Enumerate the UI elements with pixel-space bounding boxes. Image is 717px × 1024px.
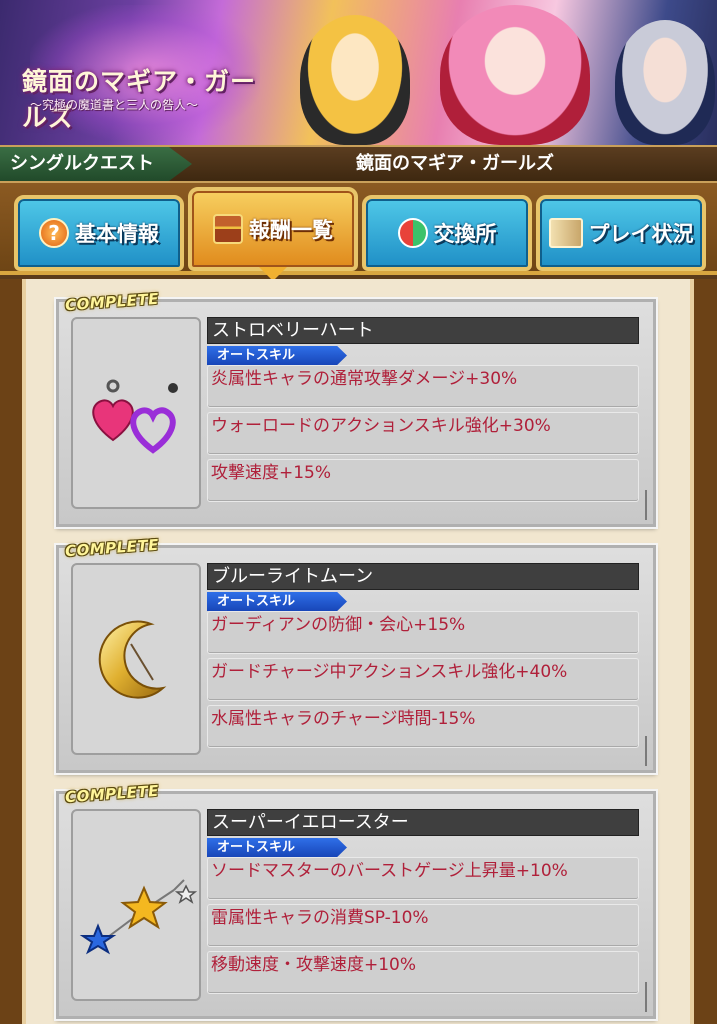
tab-play-status[interactable]: プレイ状況 [536, 195, 706, 271]
skill-effect: ガードチャージ中アクションスキル強化+40% [207, 658, 639, 701]
item-name: ブルーライトムーン [207, 563, 639, 590]
card-edge-notch [645, 982, 651, 1012]
tab-bar: ? 基本情報 報酬一覧 交換所 プレイ状況 [0, 183, 717, 281]
item-name: ストロベリーハート [207, 317, 639, 344]
tab-exchange[interactable]: 交換所 [362, 195, 532, 271]
auto-skill-tag: オートスキル [207, 592, 347, 611]
card-edge-notch [645, 490, 651, 520]
tab-label: プレイ状況 [588, 222, 694, 246]
tab-label: 報酬一覧 [249, 218, 333, 242]
question-icon: ? [39, 218, 69, 248]
skill-effect: ガーディアンの防御・会心+15% [207, 611, 639, 654]
skill-effect: ウォーロードのアクションスキル強化+30% [207, 412, 639, 455]
banner-character-blonde [300, 15, 410, 145]
auto-skill-tag: オートスキル [207, 838, 347, 857]
scroll-icon [548, 218, 583, 248]
complete-badge: COMPLETE [64, 535, 160, 561]
skill-effect: 水属性キャラのチャージ時間-15% [207, 705, 639, 748]
reward-card[interactable]: COMPLETE ストロベリーハート オートスキル 炎属性キャラの通常攻撃ダメー… [56, 290, 656, 527]
complete-badge: COMPLETE [64, 289, 160, 315]
event-banner: 鏡面のマギア・ガールズ 〜究極の魔道書と三人の咎人〜 [0, 0, 717, 145]
reward-card[interactable]: COMPLETE スーパーイエロースター オートスキル ソードマスターのバースト… [56, 782, 656, 1019]
complete-badge: COMPLETE [64, 781, 160, 807]
tab-basic-info[interactable]: ? 基本情報 [14, 195, 184, 271]
item-icon-frame [71, 563, 201, 755]
item-name: スーパーイエロースター [207, 809, 639, 836]
quest-header: シングルクエスト 鏡面のマギア・ガールズ [0, 145, 717, 183]
skill-effect: ソードマスターのバーストゲージ上昇量+10% [207, 857, 639, 900]
quest-name: 鏡面のマギア・ガールズ [356, 153, 554, 174]
item-icon-frame [71, 317, 201, 509]
star-charm-icon [79, 879, 198, 955]
auto-skill-tag: オートスキル [207, 346, 347, 365]
crescent-moon-icon [98, 620, 167, 699]
tab-rewards[interactable]: 報酬一覧 [188, 187, 358, 281]
skill-effect: 雷属性キャラの消費SP-10% [207, 904, 639, 947]
tab-label: 基本情報 [75, 222, 159, 246]
card-edge-notch [645, 736, 651, 766]
skill-effect: 炎属性キャラの通常攻撃ダメージ+30% [207, 365, 639, 408]
treasure-chest-icon [213, 214, 243, 244]
heart-earrings-icon [92, 379, 178, 454]
banner-character-silver [615, 20, 715, 145]
reward-list[interactable]: COMPLETE ストロベリーハート オートスキル 炎属性キャラの通常攻撃ダメー… [0, 279, 717, 1024]
banner-subtitle: 〜究極の魔道書と三人の咎人〜 [30, 98, 199, 112]
item-icon-frame [71, 809, 201, 1001]
quest-type-label: シングルクエスト [0, 147, 192, 181]
skill-effect: 攻撃速度+15% [207, 459, 639, 502]
reward-card[interactable]: COMPLETE ブルーライトムーン オートスキル ガーディアンの防御・会心+1… [56, 536, 656, 773]
tab-label: 交換所 [433, 222, 497, 246]
banner-character-pink [440, 5, 590, 145]
exchange-icon [397, 218, 428, 248]
skill-effect: 移動速度・攻撃速度+10% [207, 951, 639, 994]
